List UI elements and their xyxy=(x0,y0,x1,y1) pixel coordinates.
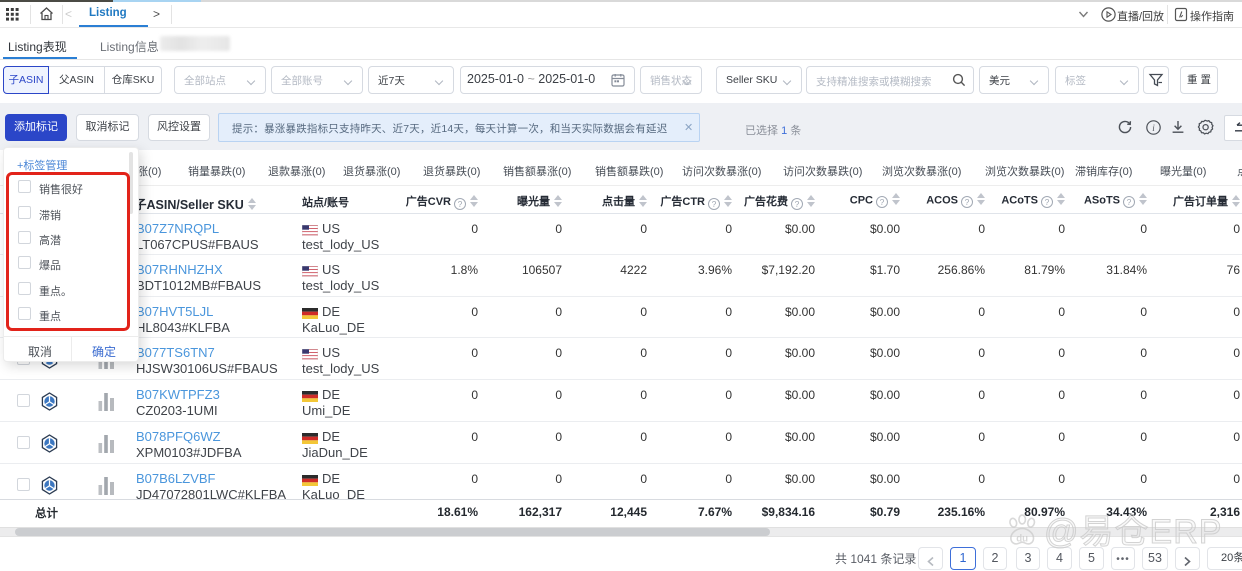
svg-text:i: i xyxy=(1152,123,1155,133)
svg-text:du: du xyxy=(1016,533,1028,544)
